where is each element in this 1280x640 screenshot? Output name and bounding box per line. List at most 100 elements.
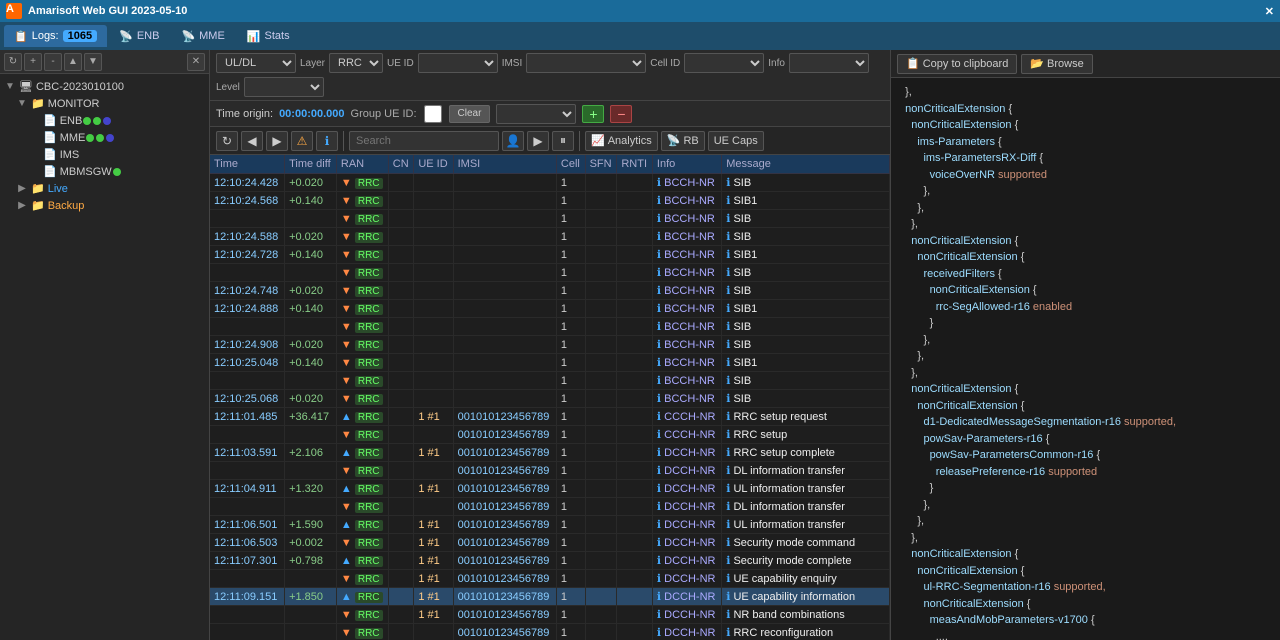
copy-clipboard-button[interactable]: 📋 Copy to clipboard [897,54,1017,74]
cell-diff: +1.850 [285,588,337,606]
warn-button[interactable]: ⚠ [291,131,313,151]
table-row[interactable]: 12:11:06.501+1.590▲ RRC1 #10010101234567… [210,516,890,534]
cell-ueid [414,390,453,408]
table-row[interactable]: ▼ RRC0010101234567891ℹ CCCH-NRℹ RRC setu… [210,426,890,444]
sidebar-item-mbmsgw[interactable]: 📄 MBMSGW [0,163,209,180]
table-row[interactable]: ▼ RRC1ℹ BCCH-NRℹ SIB [210,372,890,390]
cell-time [210,210,285,228]
info-select[interactable] [789,53,869,73]
rb-button[interactable]: 📡 RB [661,131,705,151]
cell-rnti [617,606,653,624]
sidebar-item-monitor[interactable]: ▼ 📁 MONITOR [0,95,209,112]
table-row[interactable]: 12:11:03.591+2.106▲ RRC1 #10010101234567… [210,444,890,462]
cell-rnti [617,408,653,426]
sidebar-close-btn[interactable]: ✕ [187,53,205,71]
table-row[interactable]: 12:11:07.301+0.798▲ RRC1 #10010101234567… [210,552,890,570]
table-row[interactable]: ▼ RRC1ℹ BCCH-NRℹ SIB [210,264,890,282]
cell-cn [388,426,414,444]
cell-ran: ▼ RRC [336,282,388,300]
cell-id-select[interactable] [684,53,764,73]
table-row[interactable]: 12:11:06.503+0.002▼ RRC1 #10010101234567… [210,534,890,552]
prev-button[interactable]: ◀ [241,131,263,151]
table-row[interactable]: 12:10:24.748+0.020▼ RRC1ℹ BCCH-NRℹ SIB [210,282,890,300]
imsi-select[interactable] [526,53,646,73]
sidebar-btn-4[interactable]: ▲ [64,53,82,71]
cell-diff: +36.417 [285,408,337,426]
table-row[interactable]: 12:10:24.588+0.020▼ RRC1ℹ BCCH-NRℹ SIB [210,228,890,246]
table-row[interactable]: ▼ RRC0010101234567891ℹ DCCH-NRℹ DL infor… [210,462,890,480]
cell-ran: ▼ RRC [336,264,388,282]
clear-select[interactable] [496,104,576,124]
sidebar-btn-3[interactable]: - [44,53,62,71]
sidebar-btn-1[interactable]: ↻ [4,53,22,71]
table-row[interactable]: ▼ RRC0010101234567891ℹ DCCH-NRℹ DL infor… [210,498,890,516]
remove-button[interactable]: − [610,105,632,123]
table-row[interactable]: 12:11:04.911+1.320▲ RRC1 #10010101234567… [210,480,890,498]
log-table: Time Time diff RAN CN UE ID IMSI Cell SF… [210,155,890,640]
cell-message: ℹ DL information transfer [722,462,890,480]
search-input[interactable] [349,131,499,151]
table-row[interactable]: 12:11:09.151+1.850▲ RRC1 #10010101234567… [210,588,890,606]
cell-imsi: 001010123456789 [453,606,556,624]
sidebar-item-live[interactable]: ▶ 📁 Live [0,180,209,197]
person-icon[interactable]: 👤 [502,131,524,151]
sidebar-btn-5[interactable]: ▼ [84,53,102,71]
sidebar-item-backup[interactable]: ▶ 📁 Backup [0,197,209,214]
cell-time [210,462,285,480]
add-button[interactable]: + [582,105,604,123]
separator-2 [579,131,580,151]
pause-button[interactable]: ⏸ [552,131,574,151]
sidebar-item-root[interactable]: ▼ 🖥 CBC-2023010100 [0,78,209,95]
enb-label: ENB [137,30,160,42]
tab-stats[interactable]: 📊 Stats [237,25,300,47]
clear-button[interactable]: Clear [449,105,491,123]
layer-select[interactable]: RRC [329,53,383,73]
table-row[interactable]: ▼ RRC1ℹ BCCH-NRℹ SIB [210,318,890,336]
table-row[interactable]: ▼ RRC1 #10010101234567891ℹ DCCH-NRℹ NR b… [210,606,890,624]
col-imsi: IMSI [453,155,556,174]
refresh-button[interactable]: ↻ [216,131,238,151]
close-icon[interactable]: ✕ [1265,5,1274,18]
cell-time [210,606,285,624]
table-row[interactable]: 12:11:01.485+36.417▲ RRC1 #1001010123456… [210,408,890,426]
table-row[interactable]: 12:10:24.728+0.140▼ RRC1ℹ BCCH-NRℹ SIB1 [210,246,890,264]
cell-cell: 1 [556,390,585,408]
sidebar-btn-2[interactable]: + [24,53,42,71]
table-row[interactable]: 12:10:25.068+0.020▼ RRC1ℹ BCCH-NRℹ SIB [210,390,890,408]
table-row[interactable]: 12:10:24.888+0.140▼ RRC1ℹ BCCH-NRℹ SIB1 [210,300,890,318]
cell-message: ℹ SIB [722,282,890,300]
analytics-button[interactable]: 📈 Analytics [585,131,658,151]
cell-message: ℹ SIB1 [722,354,890,372]
table-row[interactable]: 12:10:24.568+0.140▼ RRC1ℹ BCCH-NRℹ SIB1 [210,192,890,210]
table-row[interactable]: ▼ RRC0010101234567891ℹ DCCH-NRℹ RRC reco… [210,624,890,640]
cell-rnti [617,228,653,246]
tab-enb[interactable]: 📡 ENB [109,25,169,47]
cell-info: ℹ CCCH-NR [652,426,721,444]
sidebar-item-enb[interactable]: 📄 ENB [0,112,209,129]
copy-label: Copy to clipboard [923,58,1009,70]
info-button[interactable]: ℹ [316,131,338,151]
app-icon: A [6,3,22,19]
table-row[interactable]: ▼ RRC1 #10010101234567891ℹ DCCH-NRℹ UE c… [210,570,890,588]
cell-info: ℹ BCCH-NR [652,264,721,282]
sidebar-item-mme[interactable]: 📄 MME [0,129,209,146]
browse-button[interactable]: 📂 Browse [1021,54,1092,74]
ue-caps-button[interactable]: UE Caps [708,131,764,151]
tab-logs[interactable]: 📋 Logs: 1065 [4,25,107,47]
play-button[interactable]: ▶ [527,131,549,151]
group-ue-checkbox[interactable] [423,105,443,123]
table-row[interactable]: 12:10:24.428+0.020▼ RRC1ℹ BCCH-NRℹ SIB [210,174,890,192]
ul-dl-select[interactable]: UL/DL [216,53,296,73]
table-row[interactable]: 12:10:25.048+0.140▼ RRC1ℹ BCCH-NRℹ SIB1 [210,354,890,372]
separator-1 [343,131,344,151]
table-row[interactable]: ▼ RRC1ℹ BCCH-NRℹ SIB [210,210,890,228]
level-select[interactable] [244,77,324,97]
sidebar-item-ims[interactable]: 📄 IMS [0,146,209,163]
table-row[interactable]: 12:10:24.908+0.020▼ RRC1ℹ BCCH-NRℹ SIB [210,336,890,354]
code-line: }, [899,183,1272,200]
cell-time [210,498,285,516]
next-button[interactable]: ▶ [266,131,288,151]
tab-mme[interactable]: 📡 MME [171,25,234,47]
ue-id-select[interactable] [418,53,498,73]
cell-ran: ▼ RRC [336,390,388,408]
